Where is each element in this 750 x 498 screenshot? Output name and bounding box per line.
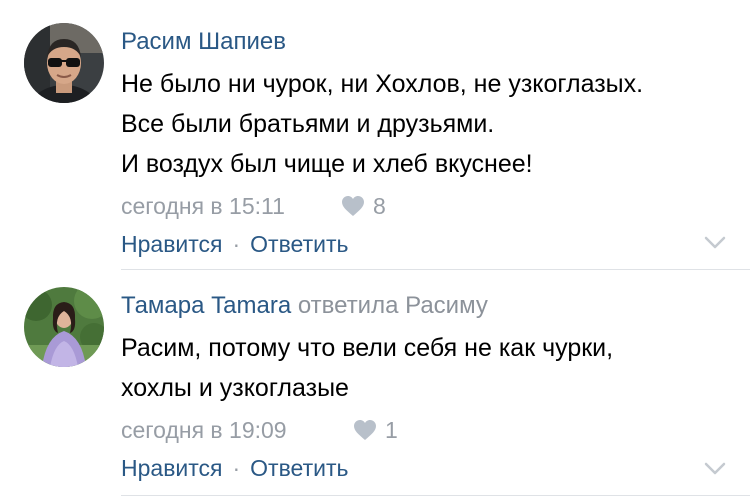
comment-body: Расим Шапиев Не было ни чурок, ни Хохлов…: [121, 26, 730, 262]
comment: Расим Шапиев Не было ни чурок, ни Хохлов…: [0, 0, 750, 270]
like-counter[interactable]: 8: [341, 188, 386, 224]
reply-button[interactable]: Ответить: [250, 455, 348, 481]
comment-body: Тамара Tamara ответила Расиму Расим, пот…: [121, 290, 730, 486]
reply-button[interactable]: Ответить: [250, 231, 348, 257]
comment-text: Не было ни чурок, ни Хохлов, не узкоглаз…: [121, 64, 730, 184]
timestamp: сегодня в 19:09: [121, 417, 287, 443]
comment-meta: сегодня в 19:09 1: [121, 412, 730, 448]
chevron-down-icon[interactable]: [704, 462, 726, 476]
like-count: 1: [385, 417, 398, 443]
chevron-down-icon[interactable]: [704, 236, 726, 250]
like-button[interactable]: Нравится: [121, 231, 223, 257]
author-name[interactable]: Тамара Tamara: [121, 292, 291, 319]
separator: ·: [232, 455, 241, 481]
heart-icon: [342, 196, 364, 216]
user-avatar-icon: [24, 23, 104, 103]
avatar[interactable]: [24, 287, 104, 367]
comment-text-line: Расим, потому что вели себя не как чурки…: [121, 334, 614, 362]
comment-text: Расим, потому что вели себя не как чурки…: [121, 328, 730, 408]
author-name[interactable]: Расим Шапиев: [121, 28, 286, 55]
reply-to-name[interactable]: Расиму: [405, 292, 488, 319]
user-avatar-icon: [24, 287, 104, 367]
timestamp: сегодня в 15:11: [121, 193, 285, 219]
like-button[interactable]: Нравится: [121, 455, 223, 481]
like-counter[interactable]: 1: [353, 412, 398, 448]
comment-actions: Нравится · Ответить: [121, 226, 730, 262]
heart-icon: [354, 420, 376, 440]
author-line: Тамара Tamara ответила Расиму: [121, 290, 730, 322]
reply-prefix: ответила: [297, 292, 399, 319]
comment-text-line: хохлы и узкоглазые: [121, 374, 349, 402]
comment: Тамара Tamara ответила Расиму Расим, пот…: [0, 270, 750, 498]
comment-meta: сегодня в 15:11 8: [121, 188, 730, 224]
separator: ·: [232, 231, 241, 257]
comment-text-line: Все были братьями и друзьями.: [121, 110, 495, 138]
like-count: 8: [373, 193, 386, 219]
comment-actions: Нравится · Ответить: [121, 450, 730, 486]
author-line: Расим Шапиев: [121, 26, 730, 58]
comment-text-line: И воздух был чище и хлеб вкуснее!: [121, 150, 533, 178]
divider: [121, 495, 750, 496]
avatar[interactable]: [24, 23, 104, 103]
reply-to: ответила Расиму: [298, 292, 488, 319]
comment-text-line: Не было ни чурок, ни Хохлов, не узкоглаз…: [121, 70, 644, 98]
